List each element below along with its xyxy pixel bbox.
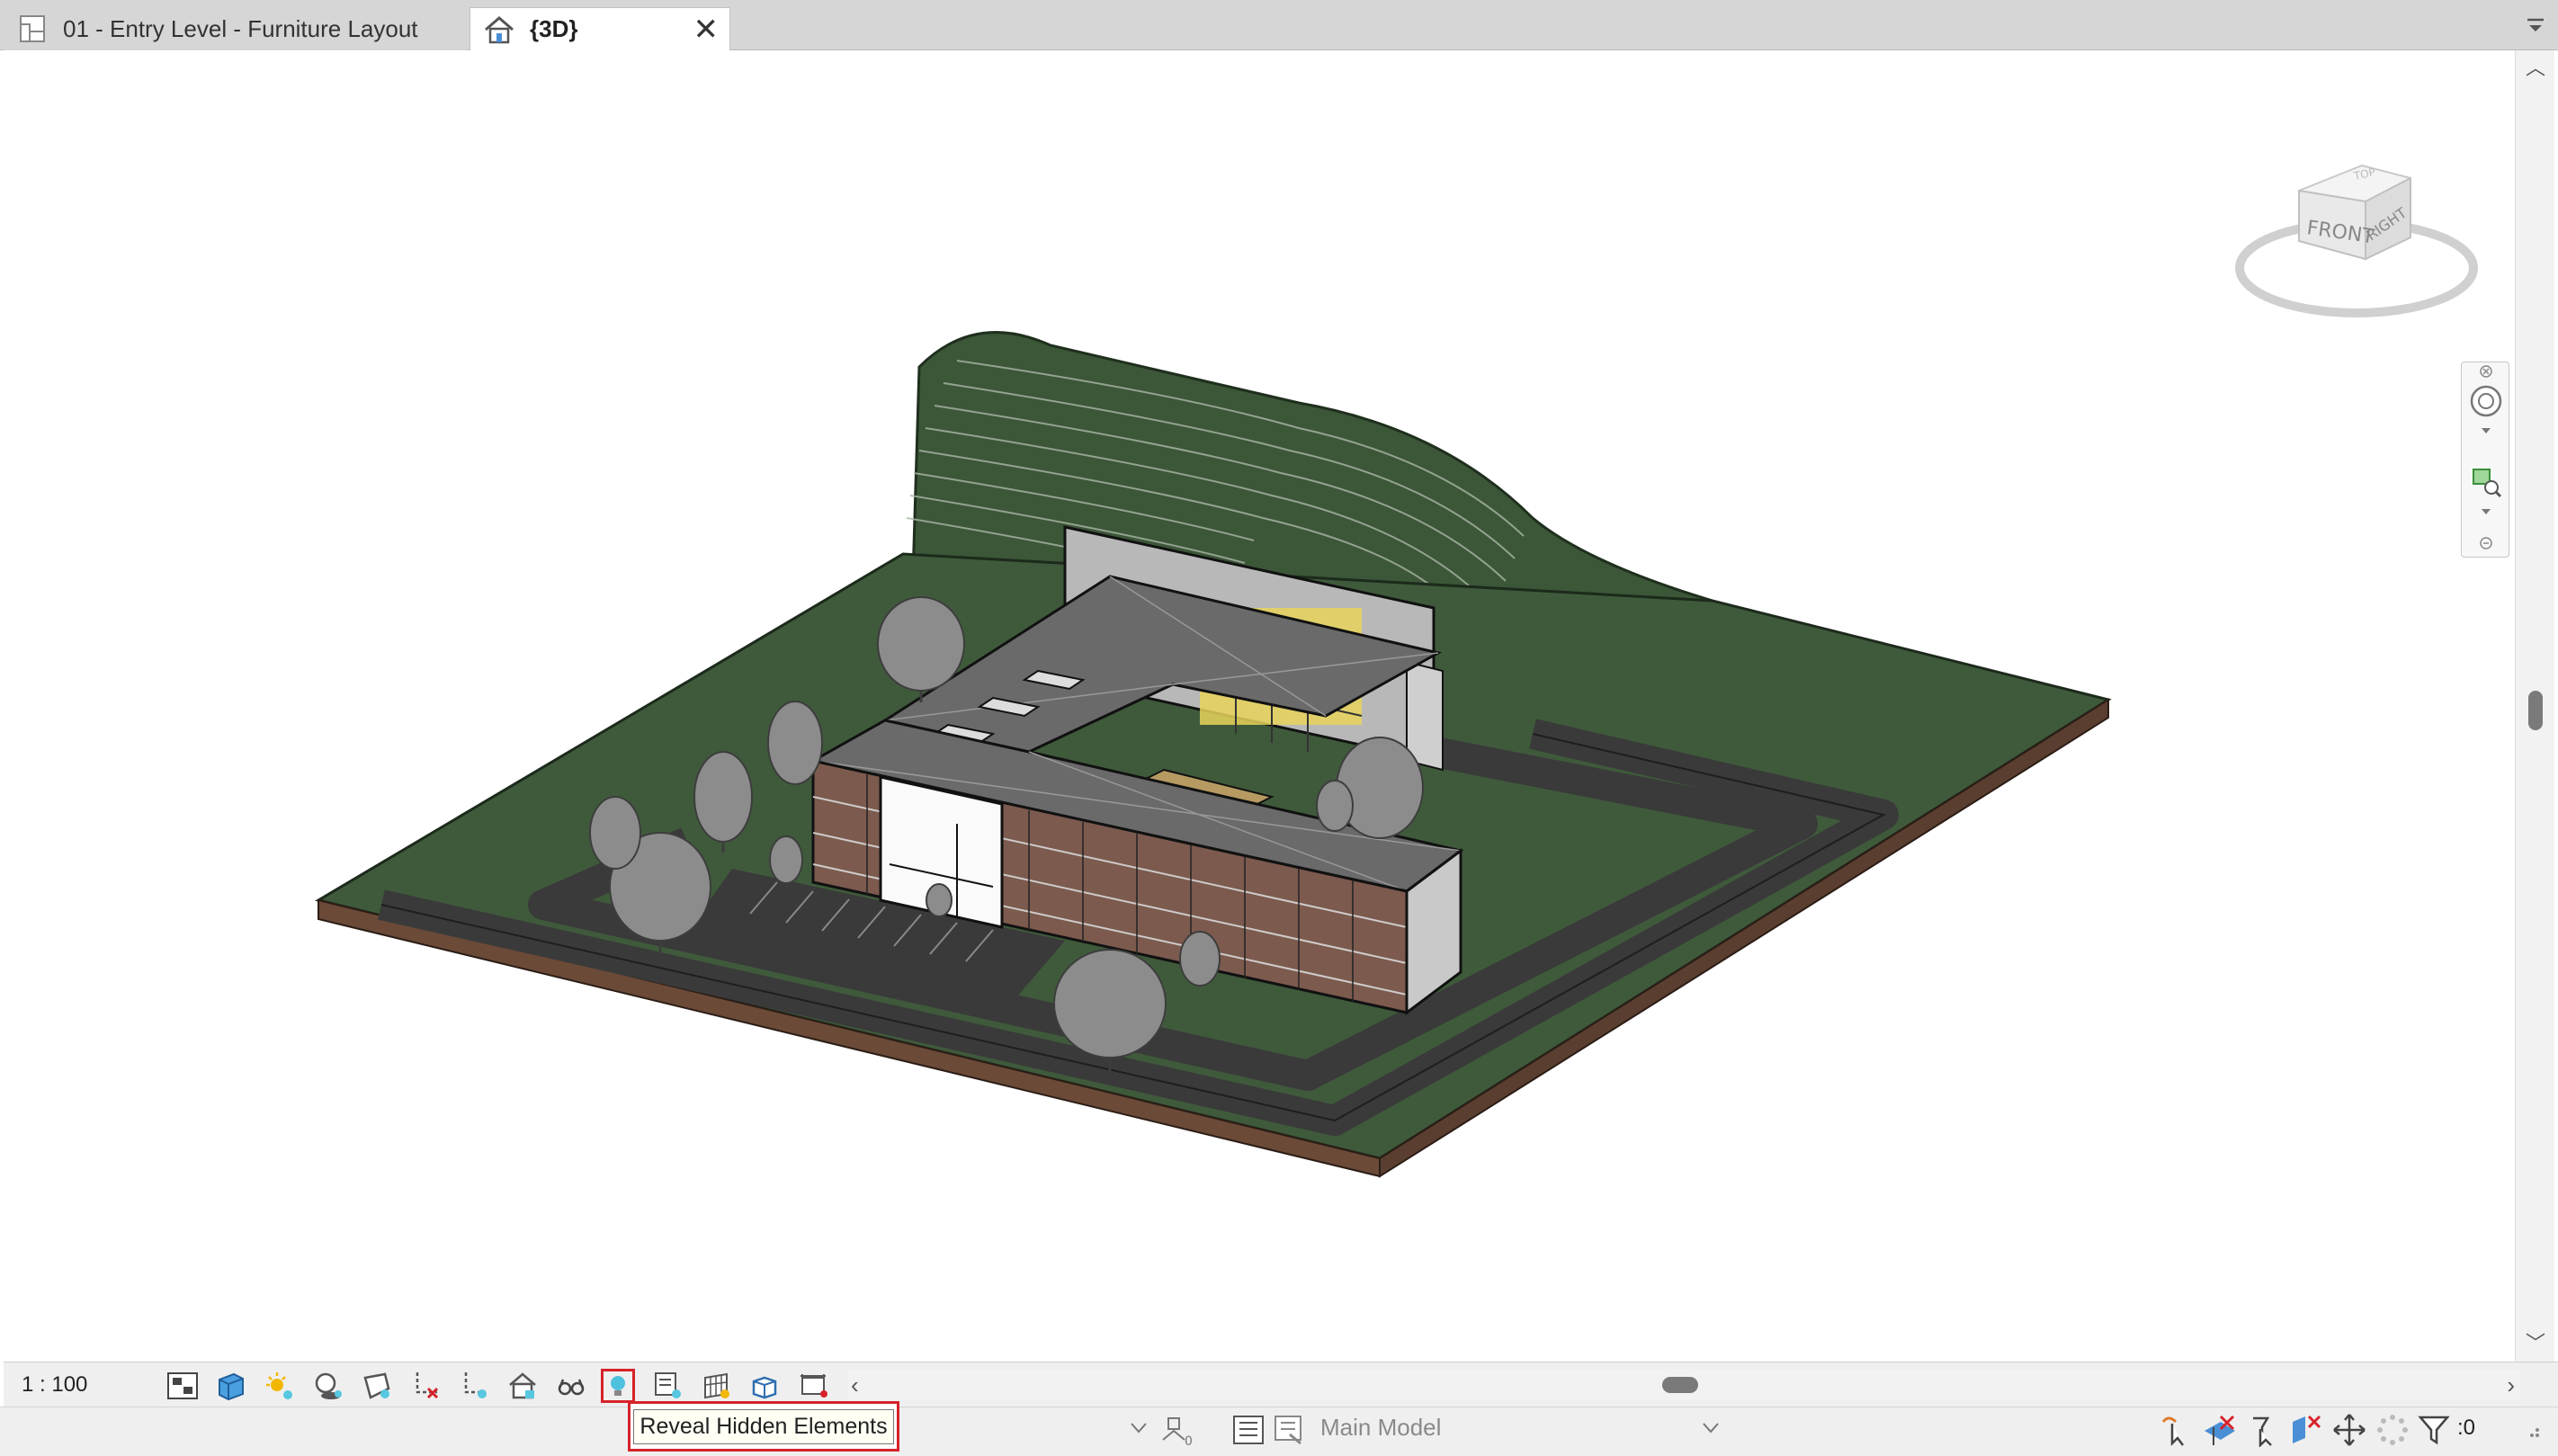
visual-style-icon[interactable] <box>214 1369 248 1403</box>
tab-menu-dropdown-icon[interactable] <box>2524 14 2547 38</box>
view-control-bar: 1 : 100 ‹ › <box>4 1362 2558 1407</box>
design-option-selector[interactable]: Main Model <box>1320 1414 1441 1442</box>
filter-selection-count[interactable]: :0 <box>2457 1416 2475 1441</box>
horizontal-scroll-thumb[interactable] <box>1662 1377 1698 1393</box>
reveal-hidden-elements-tooltip: Reveal Hidden Elements <box>633 1408 894 1444</box>
design-option-dropdown-icon[interactable] <box>1702 1416 1720 1441</box>
floor-plan-icon <box>14 11 50 47</box>
scroll-down-icon[interactable]: ﹀ <box>2525 1333 2546 1354</box>
steering-wheel-dropdown-icon[interactable] <box>2467 422 2505 440</box>
temporary-view-properties-icon[interactable] <box>651 1369 685 1403</box>
workset-dropdown-icon[interactable] <box>1130 1416 1148 1441</box>
view-scale[interactable]: 1 : 100 <box>22 1362 87 1407</box>
tooltip-highlight-frame: Reveal Hidden Elements <box>628 1401 899 1452</box>
navbar-options-icon[interactable] <box>2467 533 2505 553</box>
reveal-constraints-icon[interactable] <box>797 1369 831 1403</box>
design-options-icon[interactable] <box>1230 1412 1266 1448</box>
tab-label: {3D} <box>530 15 578 42</box>
background-processes-icon[interactable] <box>2375 1412 2410 1448</box>
filter-icon[interactable] <box>2416 1412 2452 1448</box>
steering-wheel-icon[interactable] <box>2467 382 2505 420</box>
shadows-icon[interactable] <box>311 1369 345 1403</box>
crop-view-icon[interactable] <box>408 1369 443 1403</box>
close-tab-icon[interactable]: ✕ <box>693 14 720 45</box>
close-navbar-icon[interactable] <box>2467 362 2505 380</box>
tab-3d-view[interactable]: {3D} ✕ <box>470 7 730 50</box>
viewcube[interactable]: TOP FRONT RIGHT <box>2231 144 2491 333</box>
svg-text:0: 0 <box>1185 1434 1193 1447</box>
select-pinned-elements-icon[interactable] <box>2245 1412 2281 1448</box>
3d-viewport-canvas[interactable] <box>4 50 2513 1362</box>
unlock-3d-view-icon[interactable] <box>505 1369 540 1403</box>
select-underlay-elements-icon[interactable] <box>2202 1412 2238 1448</box>
select-links-icon[interactable] <box>2159 1412 2195 1448</box>
tab-label: 01 - Entry Level - Furniture Layout <box>63 14 418 42</box>
navigation-bar <box>2461 362 2509 558</box>
rendering-icon[interactable] <box>360 1369 394 1403</box>
editable-only-icon[interactable]: 0 <box>1160 1412 1196 1448</box>
show-crop-region-icon[interactable] <box>457 1369 491 1403</box>
scroll-left-icon[interactable]: ‹ <box>851 1371 859 1399</box>
sun-path-icon[interactable] <box>263 1369 297 1403</box>
reveal-hidden-elements-icon[interactable] <box>601 1369 635 1403</box>
3d-model-scene <box>315 331 2112 1178</box>
drag-elements-on-selection-icon[interactable] <box>2331 1412 2367 1448</box>
highlight-displacement-icon[interactable] <box>748 1369 783 1403</box>
show-analytical-model-icon[interactable] <box>700 1369 734 1403</box>
scroll-right-icon[interactable]: › <box>2507 1371 2515 1399</box>
temporary-isolate-icon[interactable] <box>554 1369 588 1403</box>
horizontal-scrollbar[interactable]: ‹ › <box>847 1370 2520 1400</box>
view-tab-bar: 01 - Entry Level - Furniture Layout {3D}… <box>0 0 2558 50</box>
select-elements-by-face-icon[interactable] <box>2288 1412 2324 1448</box>
zoom-dropdown-icon[interactable] <box>2467 503 2505 521</box>
status-bar-resize-grip-icon[interactable] <box>2518 1412 2545 1448</box>
detail-level-icon[interactable] <box>165 1369 200 1403</box>
tab-entry-level-furniture-layout[interactable]: 01 - Entry Level - Furniture Layout <box>4 7 468 50</box>
vertical-scrollbar[interactable]: ︿ ﹀ <box>2515 50 2554 1362</box>
active-design-option-icon[interactable] <box>1272 1412 1308 1448</box>
zoom-region-icon[interactable] <box>2467 463 2505 501</box>
vertical-scroll-thumb[interactable] <box>2528 691 2543 730</box>
scroll-up-icon[interactable]: ︿ <box>2525 58 2546 79</box>
home-3d-icon <box>481 12 517 48</box>
